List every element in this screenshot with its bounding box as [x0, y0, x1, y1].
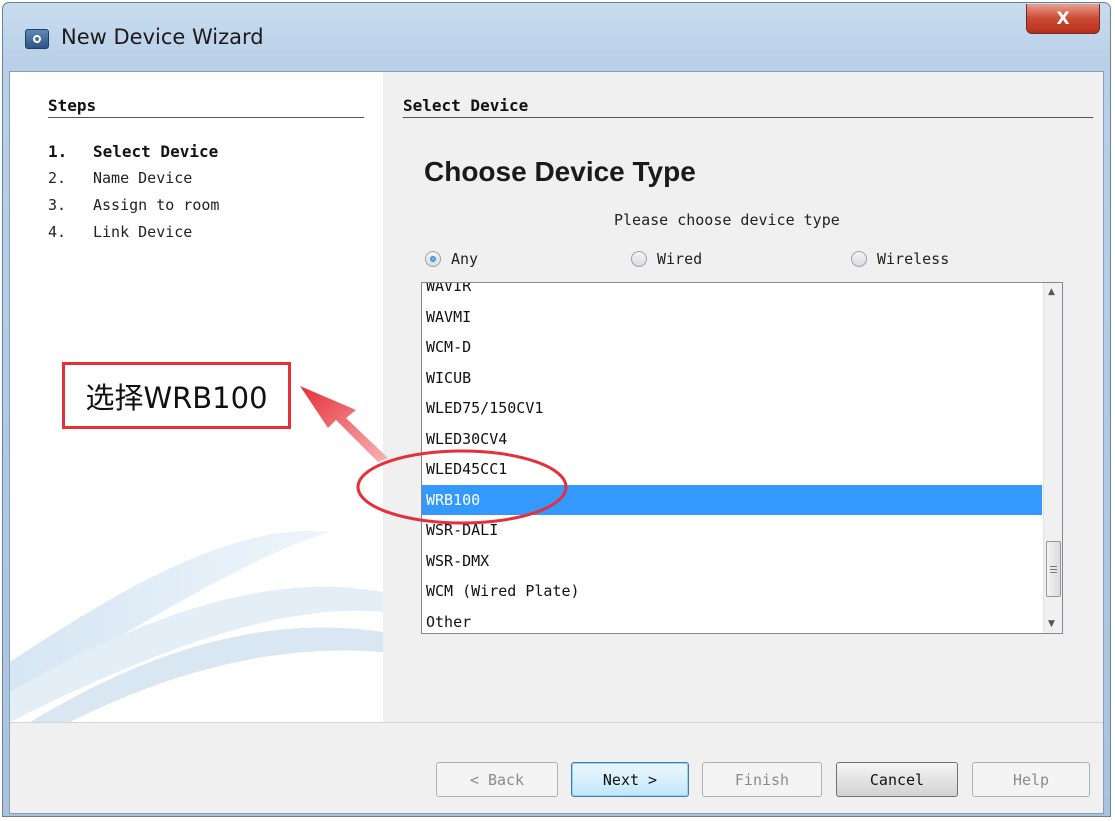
- annotation-arrow: [300, 386, 388, 462]
- annotation-callout: 选择WRB100: [62, 362, 291, 429]
- annotation-ellipse: [356, 449, 568, 525]
